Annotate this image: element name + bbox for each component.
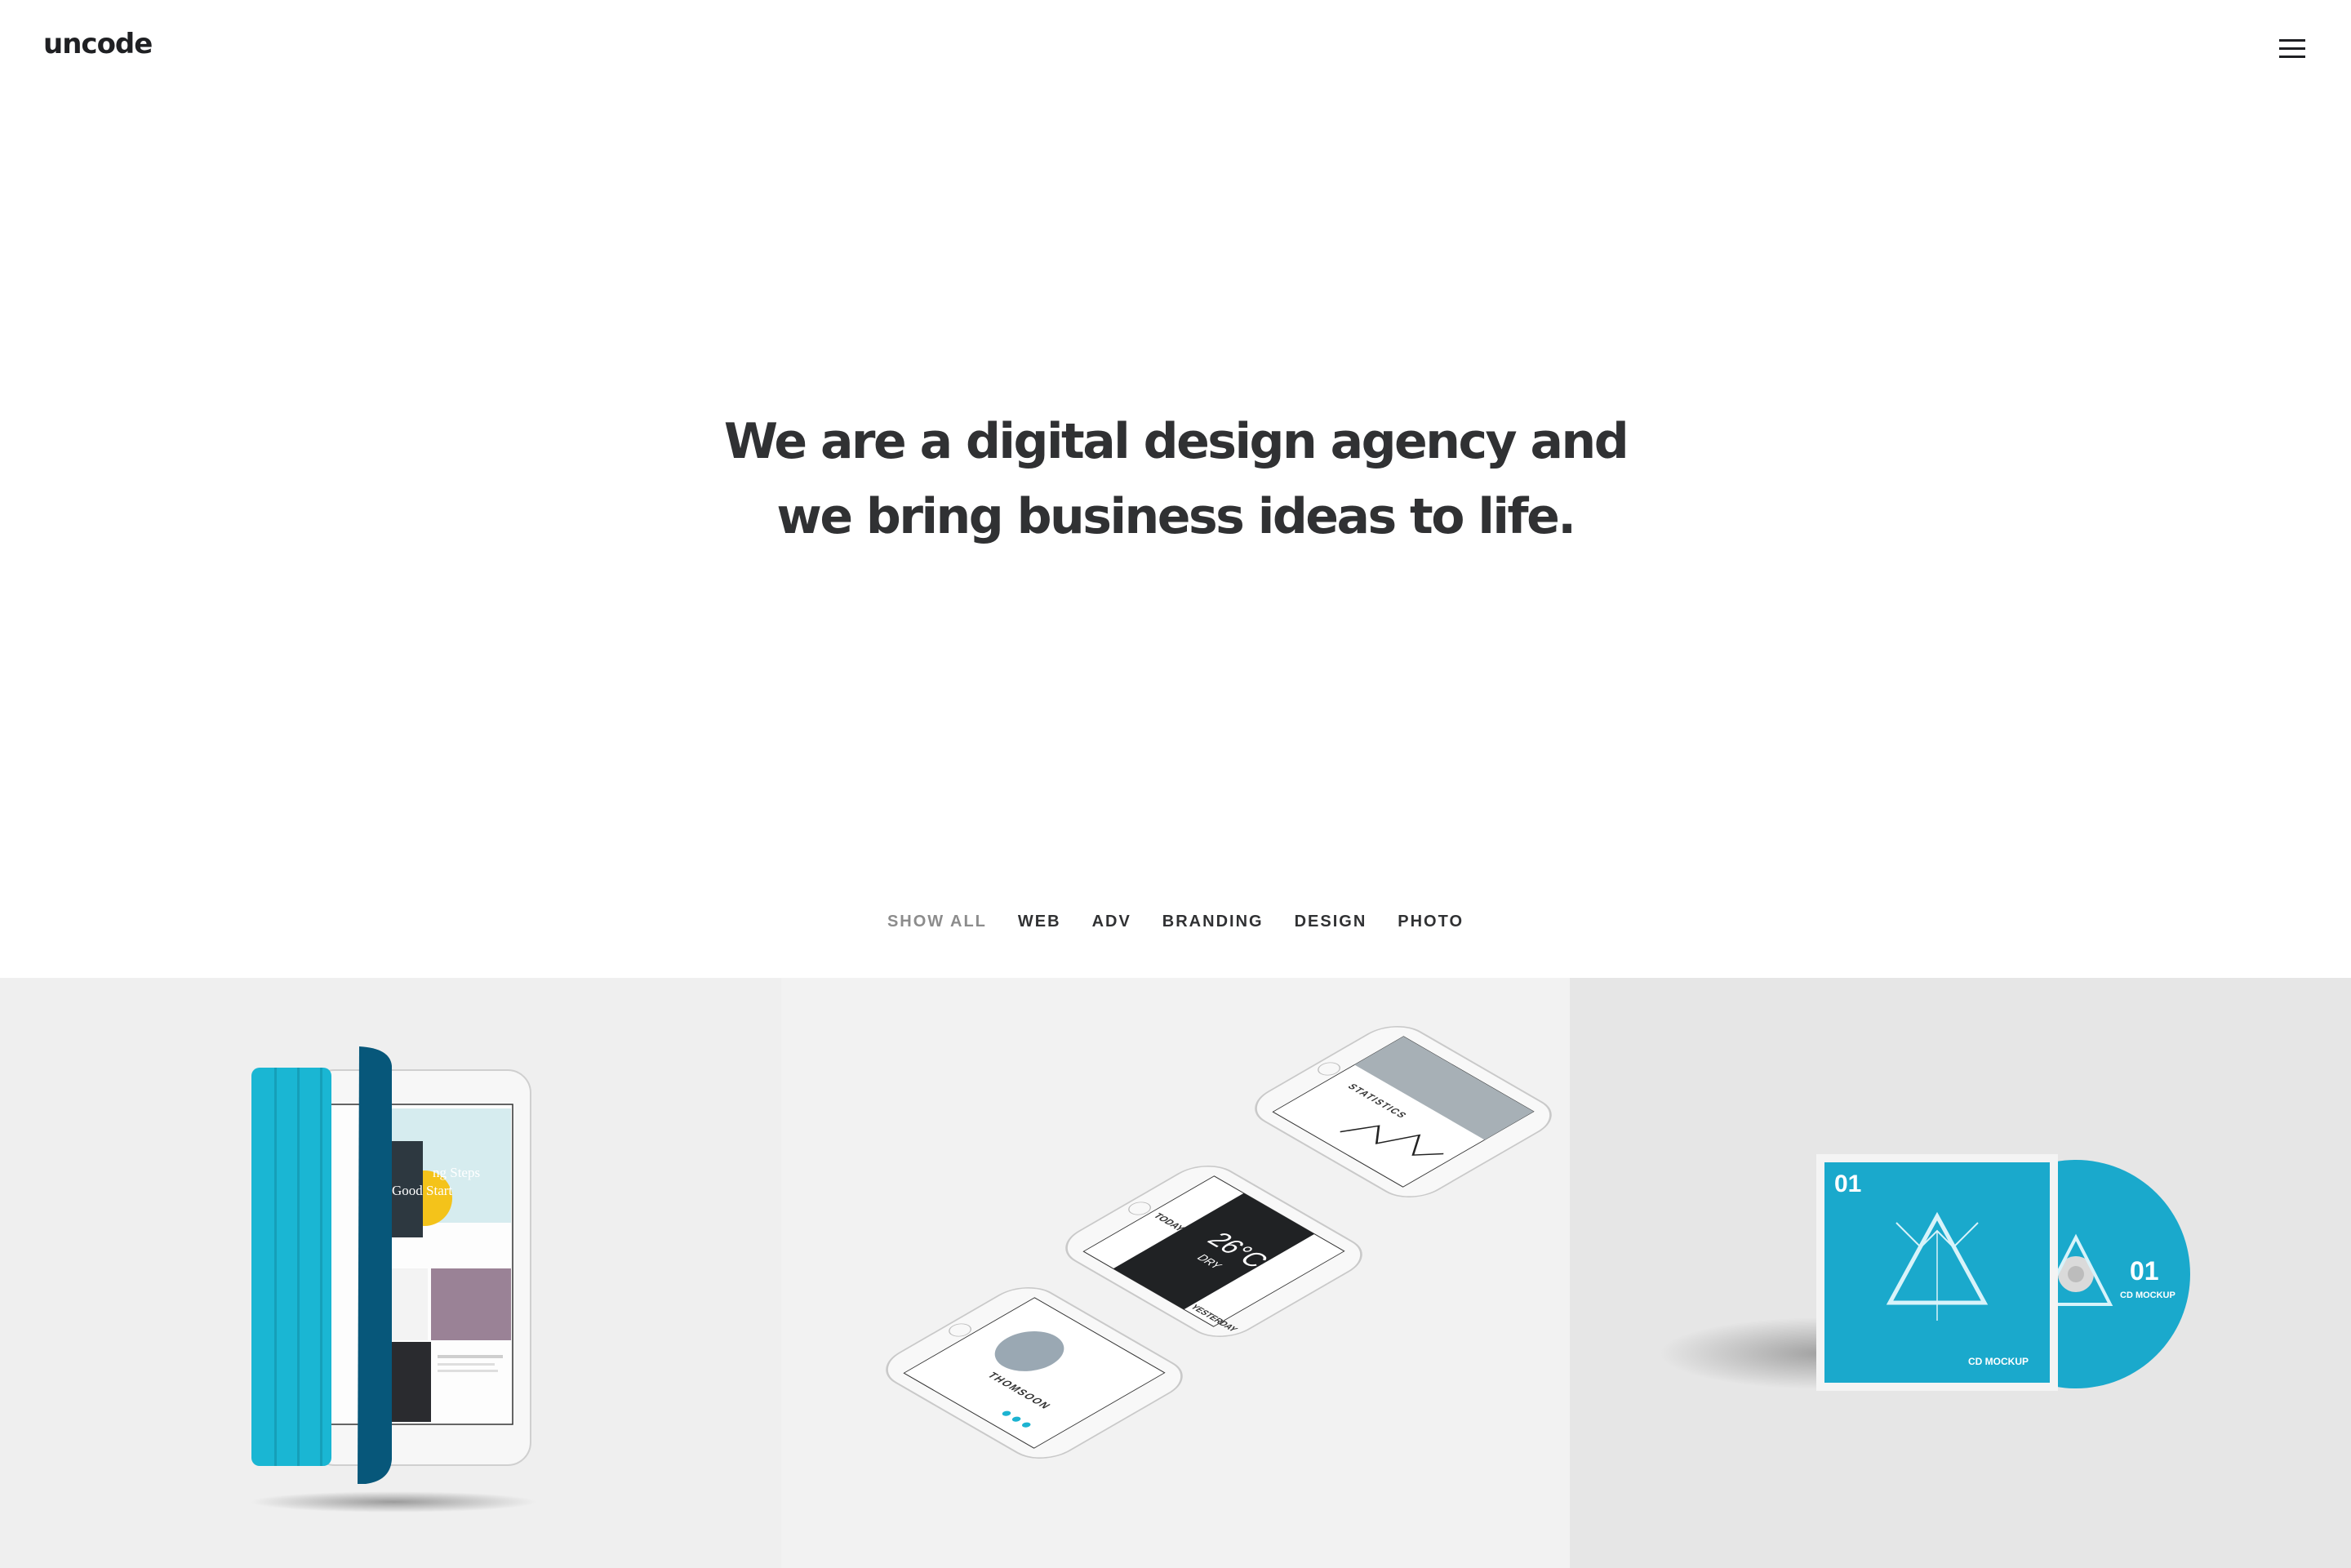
tablet-screen-line-1: ng Steps (433, 1165, 480, 1180)
disc-label: CD MOCKUP (2120, 1290, 2175, 1300)
case-number: 01 (1834, 1170, 1861, 1197)
filter-branding[interactable]: BRANDING (1162, 913, 1264, 931)
case-label: CD MOCKUP (1968, 1356, 2029, 1367)
site-header: uncode (0, 0, 2351, 98)
portfolio-item-tablet[interactable]: ng Steps Good Start (0, 978, 781, 1568)
logo[interactable]: uncode (43, 28, 153, 60)
hamburger-menu-icon[interactable] (2273, 34, 2312, 64)
disc-number: 01 (2130, 1256, 2159, 1286)
hero-line-2: we bring business ideas to life. (776, 488, 1576, 545)
hero-heading: We are a digital design agency and we br… (0, 404, 2351, 554)
filter-web[interactable]: WEB (1018, 913, 1061, 931)
filter-adv[interactable]: ADV (1092, 913, 1131, 931)
tablet-screen-line-2: Good Start (392, 1183, 452, 1198)
portfolio-grid: ng Steps Good Start STATISTICS TODAY 26°… (0, 978, 2351, 1568)
portfolio-item-cd-mockup[interactable]: 01 CD MOCKUP 01 CD MOCKUP (1570, 978, 2351, 1568)
filter-show-all[interactable]: SHOW ALL (887, 913, 987, 931)
portfolio-item-phones[interactable]: STATISTICS TODAY 26°C DRY YESTERDAY THOM… (781, 978, 1570, 1568)
filter-design[interactable]: DESIGN (1295, 913, 1367, 931)
portfolio-filter-menu: SHOW ALL WEB ADV BRANDING DESIGN PHOTO (0, 913, 2351, 931)
filter-photo[interactable]: PHOTO (1398, 913, 1464, 931)
hero-line-1: We are a digital design agency and (723, 413, 1629, 470)
